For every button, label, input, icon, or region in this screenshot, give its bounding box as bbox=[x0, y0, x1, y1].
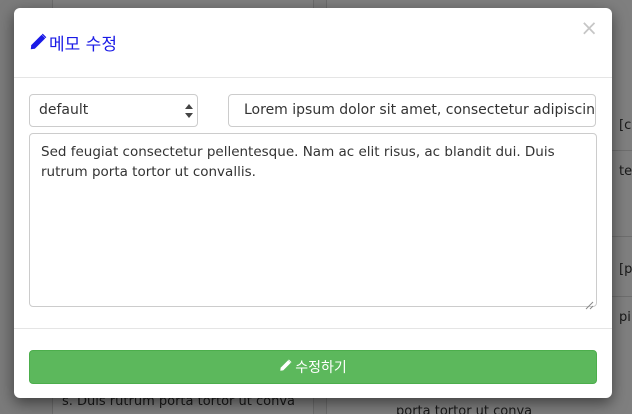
modal-title: 메모 수정 bbox=[29, 30, 117, 55]
close-icon[interactable]: × bbox=[580, 18, 598, 39]
pencil-icon bbox=[29, 33, 47, 51]
memo-content-value: Sed feugiat consectetur pellentesque. Na… bbox=[41, 144, 555, 180]
resize-handle-icon[interactable] bbox=[585, 295, 594, 310]
modal-footer: 수정하기 bbox=[14, 328, 612, 398]
select-arrows-icon bbox=[185, 102, 193, 120]
modal-body: default Lorem ipsum dolor sit amet, cons… bbox=[14, 78, 612, 328]
memo-title-value: Lorem ipsum dolor sit amet, consectetur … bbox=[244, 102, 596, 118]
pencil-icon bbox=[279, 358, 292, 376]
modal-header: 메모 수정 × bbox=[14, 8, 612, 78]
category-select-value: default bbox=[39, 102, 89, 118]
memo-title-input[interactable]: Lorem ipsum dolor sit amet, consectetur … bbox=[228, 94, 596, 127]
submit-edit-label: 수정하기 bbox=[295, 360, 347, 376]
category-select[interactable]: default bbox=[29, 94, 198, 127]
edit-memo-modal: 메모 수정 × default Lorem ipsum dolor sit am… bbox=[14, 8, 612, 398]
memo-content-textarea[interactable]: Sed feugiat consectetur pellentesque. Na… bbox=[29, 133, 597, 310]
modal-title-text: 메모 수정 bbox=[49, 34, 117, 55]
submit-edit-button[interactable]: 수정하기 bbox=[29, 350, 597, 384]
